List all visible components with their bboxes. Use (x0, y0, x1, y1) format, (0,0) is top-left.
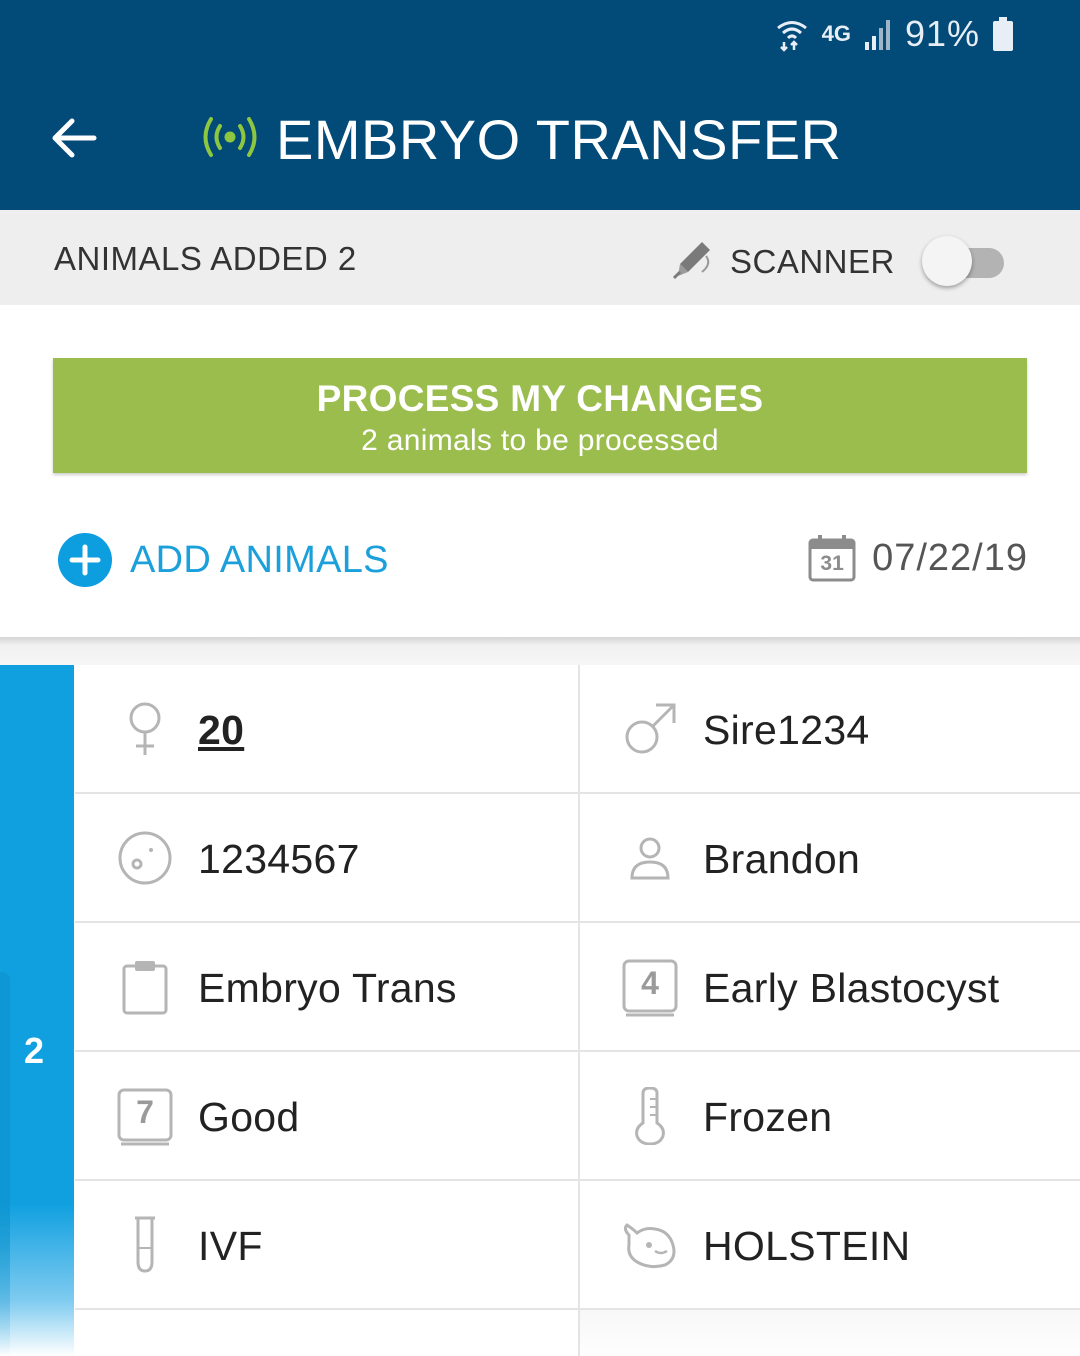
person-icon (620, 830, 680, 886)
breed-value: HOLSTEIN (703, 1223, 911, 1269)
back-arrow-icon[interactable] (44, 108, 104, 168)
card-edge-tab (0, 972, 10, 1356)
card-row: 1234567 Brandon (75, 794, 1080, 923)
sub-toolbar: ANIMALS ADDED 2 SCANNER (0, 210, 1080, 305)
add-animals-label: ADD ANIMALS (130, 538, 389, 581)
cow-head-icon (620, 1217, 680, 1273)
add-plus-icon (58, 533, 112, 587)
storage-cell[interactable]: Frozen (578, 1052, 1080, 1179)
card-cell-empty (75, 1310, 578, 1356)
animal-card: 20 Sire1234 1234567 Brandon Embryo Trans… (75, 665, 1080, 1356)
process-changes-button[interactable]: PROCESS MY CHANGES 2 animals to be proce… (53, 358, 1027, 473)
event-value: Embryo Trans (198, 965, 457, 1011)
technician-cell[interactable]: Brandon (578, 794, 1080, 921)
event-cell[interactable]: Embryo Trans (75, 923, 578, 1050)
app-header: 4G 91% EMBRYO TRANSFER (0, 0, 1080, 210)
status-bar: 4G 91% (762, 12, 1014, 56)
thermometer-icon (620, 1087, 680, 1145)
page-title: EMBRYO TRANSFER (276, 108, 842, 171)
calendar-icon: 31 (808, 534, 856, 582)
battery-icon (992, 16, 1014, 52)
toggle-thumb (922, 236, 972, 286)
method-value: IVF (198, 1223, 263, 1269)
card-row: Embryo Trans 4 Early Blastocyst (75, 923, 1080, 1052)
battery-percent: 91% (904, 13, 980, 54)
sire-cell[interactable]: Sire1234 (578, 665, 1080, 792)
scanner-toggle[interactable] (920, 236, 1006, 286)
date-picker[interactable]: 31 07/22/19 (808, 534, 1028, 582)
scanner-control: SCANNER (672, 238, 895, 285)
process-button-title: PROCESS MY CHANGES (316, 378, 764, 419)
stage-value: Early Blastocyst (703, 965, 1000, 1011)
female-id-link[interactable]: 20 (198, 707, 244, 754)
technician-value: Brandon (703, 836, 861, 882)
scanner-label: SCANNER (730, 242, 895, 280)
embryo-icon (115, 830, 175, 886)
grade-badge-number: 7 (136, 1093, 154, 1130)
card-row: IVF HOLSTEIN (75, 1181, 1080, 1310)
process-button-subtitle: 2 animals to be processed (361, 424, 719, 457)
card-index-strip (0, 665, 74, 1356)
grade-badge-icon: 7 (115, 1088, 175, 1146)
section-divider (0, 637, 1080, 665)
card-index: 2 (24, 1030, 45, 1071)
calendar-day: 31 (820, 552, 844, 575)
signal-icon (863, 18, 893, 50)
grade-value: Good (198, 1094, 300, 1140)
card-row-partial (75, 1310, 1080, 1356)
clipboard-icon (115, 959, 175, 1015)
card-row: 7 Good Frozen (75, 1052, 1080, 1181)
male-icon (620, 701, 680, 757)
sire-value: Sire1234 (703, 707, 870, 753)
stage-badge-number: 4 (641, 964, 659, 1001)
storage-value: Frozen (703, 1094, 833, 1140)
embryo-cell[interactable]: 1234567 (75, 794, 578, 921)
test-tube-icon (115, 1216, 175, 1273)
add-animals-button[interactable]: ADD ANIMALS (58, 533, 389, 587)
animals-added-count: ANIMALS ADDED 2 (54, 240, 357, 277)
female-cell[interactable]: 20 (75, 665, 578, 792)
network-label: 4G (821, 21, 851, 46)
embryo-id-value: 1234567 (198, 836, 360, 882)
date-value: 07/22/19 (872, 536, 1028, 579)
female-icon (115, 701, 175, 757)
broadcast-icon (200, 114, 260, 160)
card-cell-empty (578, 1310, 1080, 1356)
scanner-pen-icon (672, 238, 714, 285)
card-row: 20 Sire1234 (75, 665, 1080, 794)
stage-cell[interactable]: 4 Early Blastocyst (578, 923, 1080, 1050)
network-4g-icon: 4G (822, 21, 851, 47)
wifi-icon (774, 16, 810, 52)
stage-badge-icon: 4 (620, 959, 680, 1017)
method-cell[interactable]: IVF (75, 1181, 578, 1308)
grade-cell[interactable]: 7 Good (75, 1052, 578, 1179)
breed-cell[interactable]: HOLSTEIN (578, 1181, 1080, 1308)
